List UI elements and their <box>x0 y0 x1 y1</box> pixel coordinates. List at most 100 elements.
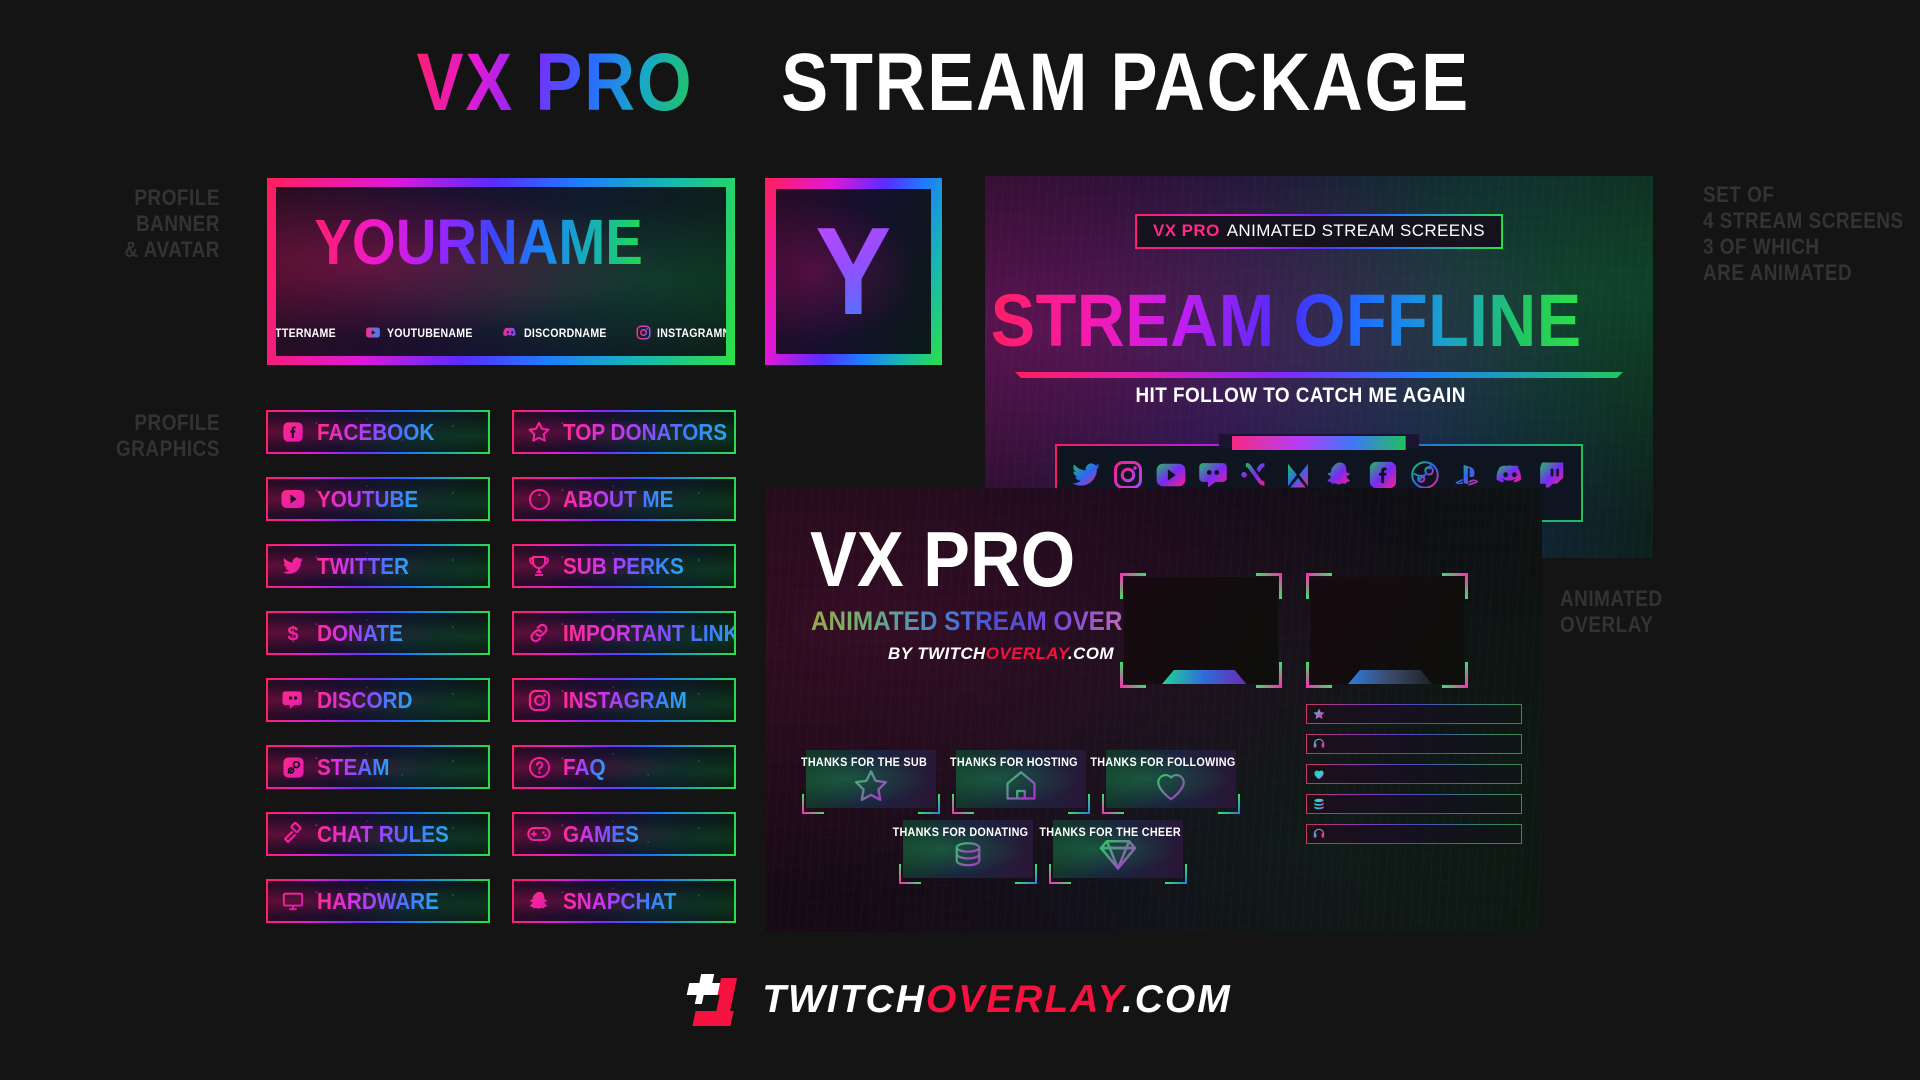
panel-button-sub-perks[interactable]: SUB PERKS <box>512 544 736 588</box>
panel-button-twitter[interactable]: TWITTER <box>266 544 490 588</box>
panel-label: SNAPCHAT <box>563 888 677 914</box>
house-icon <box>1002 767 1040 808</box>
panel-label: DONATE <box>317 620 403 646</box>
twitch-icon[interactable] <box>1537 460 1567 490</box>
page-title-highlight: VX PRO <box>416 37 693 128</box>
corner-bracket <box>918 794 940 814</box>
socbox-title: ADDITIONAL SOCIAL ICONS <box>1231 436 1407 450</box>
banner-social-handle: DISCORDNAME <box>524 325 607 340</box>
profile-banner: YOURNAME TWITTERNAME YOUTUBENAME <box>267 178 735 365</box>
youtube-icon <box>280 486 306 512</box>
panel-label: TOP DONATORS <box>563 419 728 445</box>
corner-bracket <box>1306 662 1332 688</box>
social-icon-row <box>1065 460 1573 490</box>
facebook-icon <box>280 419 306 445</box>
panel-button-games[interactable]: GAMES <box>512 812 736 856</box>
corner-bracket <box>802 794 824 814</box>
panel-button-chat-rules[interactable]: CHAT RULES <box>266 812 490 856</box>
snapchat-icon <box>526 888 552 914</box>
banner-social-youtube: YOUTUBENAME <box>365 325 484 340</box>
panel-button-important-links[interactable]: IMPORTANT LINKS <box>512 611 736 655</box>
alert-donate: THANKS FOR DONATING <box>893 820 1037 884</box>
info-bar <box>1306 764 1522 784</box>
panel-label: SUB PERKS <box>563 553 684 579</box>
info-bar <box>1306 734 1522 754</box>
discord-icon[interactable] <box>1495 460 1525 490</box>
corner-bracket <box>1049 864 1071 884</box>
corner-bracket <box>1015 864 1037 884</box>
webcam-screen <box>1124 577 1278 684</box>
webcam-frame <box>1306 573 1468 688</box>
corner-bracket <box>1068 794 1090 814</box>
xbox-icon[interactable] <box>1283 460 1313 490</box>
heart-icon <box>1151 767 1191 808</box>
offline-subtitle: HIT FOLLOW TO CATCH ME AGAIN <box>1135 384 1466 407</box>
corner-bracket <box>1442 662 1468 688</box>
panel-label: YOUTUBE <box>317 486 419 512</box>
heart-icon <box>1312 767 1326 781</box>
banner-social-discord: DISCORDNAME <box>502 325 618 340</box>
panel-button-hardware[interactable]: HARDWARE <box>266 879 490 923</box>
panel-label: FACEBOOK <box>317 419 435 445</box>
info-bar <box>1306 704 1522 724</box>
info-bar <box>1306 794 1522 814</box>
stream-screens-badge: VX PRO ANIMATED STREAM SCREENS <box>1135 214 1503 249</box>
panel-button-snapchat[interactable]: SNAPCHAT <box>512 879 736 923</box>
corner-bracket <box>1218 794 1240 814</box>
twitter-icon[interactable] <box>1071 460 1101 490</box>
panel-button-facebook[interactable]: FACEBOOK <box>266 410 490 454</box>
webcam-nameplate <box>1348 670 1433 684</box>
webcam-frames <box>1120 573 1468 688</box>
panel-button-about-me[interactable]: ABOUT ME <box>512 477 736 521</box>
instagram-icon <box>636 325 651 340</box>
panel-button-faq[interactable]: FAQ <box>512 745 736 789</box>
banner-social-handle: INSTAGRAMNAME <box>657 325 726 340</box>
footer-suffix: .COM <box>1121 978 1232 1021</box>
panel-label: TWITTER <box>317 553 409 579</box>
byline-suffix: .COM <box>1067 644 1114 663</box>
corner-bracket <box>952 794 974 814</box>
panel-button-youtube[interactable]: YOUTUBE <box>266 477 490 521</box>
badge-rest: ANIMATED STREAM SCREENS <box>1226 221 1485 240</box>
snapchat-icon[interactable] <box>1325 460 1355 490</box>
panel-button-donate[interactable]: $ DONATE <box>266 611 490 655</box>
alert-label: THANKS FOR FOLLOWING <box>1090 755 1236 769</box>
trophy-icon <box>526 553 552 579</box>
avatar: Y <box>765 178 942 365</box>
discord-icon[interactable] <box>1198 460 1228 490</box>
info-icon <box>526 486 552 512</box>
panel-button-steam[interactable]: STEAM <box>266 745 490 789</box>
section-label-profile-graphics: PROFILE GRAPHICS <box>115 410 220 461</box>
mixer-icon[interactable] <box>1240 460 1270 490</box>
panel-column-left: FACEBOOK YOUTUBE TWITTER $ DONATE DISCOR… <box>266 410 490 946</box>
panel-button-discord[interactable]: DISCORD <box>266 678 490 722</box>
offline-divider <box>1015 372 1623 378</box>
panel-label: GAMES <box>563 821 639 847</box>
headphones-icon <box>1312 827 1326 841</box>
steam-icon[interactable] <box>1410 460 1440 490</box>
playstation-icon[interactable] <box>1452 460 1482 490</box>
panel-label: IMPORTANT LINKS <box>563 620 734 646</box>
gavel-icon <box>280 821 306 847</box>
panel-button-instagram[interactable]: INSTAGRAM <box>512 678 736 722</box>
alert-label: THANKS FOR DONATING <box>892 825 1029 839</box>
link-icon <box>526 620 552 646</box>
panel-button-top-donators[interactable]: TOP DONATORS <box>512 410 736 454</box>
alert-row: THANKS FOR DONATING THANKS FOR THE CHEER <box>806 820 1266 884</box>
youtube-icon[interactable] <box>1156 462 1186 488</box>
banner-social-handle: TWITTERNAME <box>276 325 336 340</box>
discord-icon <box>502 325 518 340</box>
instagram-icon[interactable] <box>1113 460 1143 490</box>
star-icon <box>1312 707 1326 721</box>
monitor-icon <box>280 888 306 914</box>
facebook-icon[interactable] <box>1368 460 1398 490</box>
corner-bracket <box>1120 573 1146 599</box>
panel-label: INSTAGRAM <box>563 687 687 713</box>
alert-row: THANKS FOR THE SUB THANKS FOR HOSTING TH… <box>801 750 1266 814</box>
overlay-byline: BY TWITCHOVERLAY.COM <box>888 644 1114 664</box>
info-bar <box>1306 824 1522 844</box>
footer-brand-text: TWITCHOVERLAY.COM <box>762 978 1232 1022</box>
coins-icon <box>1312 797 1326 811</box>
corner-bracket <box>1120 662 1146 688</box>
alert-cheer: THANKS FOR THE CHEER <box>1039 820 1187 884</box>
